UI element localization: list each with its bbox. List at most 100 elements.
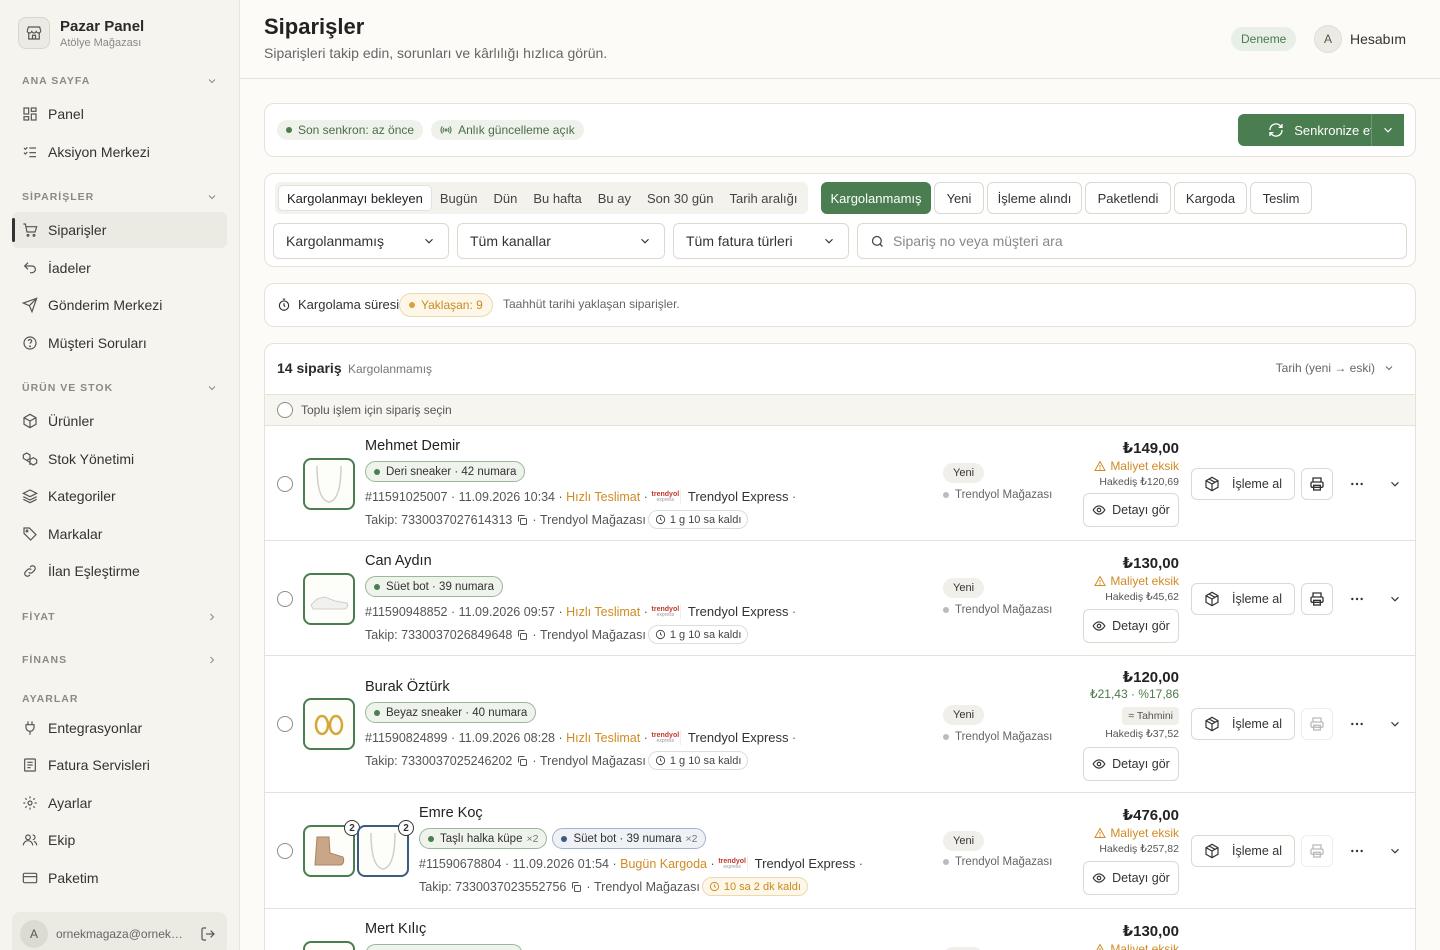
- logout-icon[interactable]: [200, 926, 216, 942]
- more-actions-button[interactable]: [1345, 712, 1369, 736]
- status-tab-processing[interactable]: İşleme alındı: [987, 182, 1082, 214]
- status-select[interactable]: Kargolanmamış: [273, 223, 449, 259]
- row-checkbox[interactable]: [277, 843, 293, 859]
- sidebar-item-team[interactable]: Ekip: [12, 822, 227, 858]
- channel-select[interactable]: Tüm kanallar: [457, 223, 665, 259]
- sidebar-item-brands[interactable]: Markalar: [12, 516, 227, 552]
- product-thumbnail[interactable]: [303, 573, 355, 625]
- row-checkbox[interactable]: [277, 716, 293, 732]
- search-input[interactable]: [893, 233, 1393, 249]
- sidebar-item-listing-match[interactable]: İlan Eşleştirme: [12, 553, 227, 589]
- table-row[interactable]: Mehmet Demir Deri sneaker · 42 numara #1…: [265, 426, 1415, 541]
- table-row[interactable]: Burak Öztürk Beyaz sneaker · 40 numara #…: [265, 656, 1415, 793]
- sidebar-item-customer-questions[interactable]: Müşteri Soruları: [12, 325, 227, 361]
- view-detail-button[interactable]: Detayı gör: [1083, 747, 1179, 781]
- status-tab-packed[interactable]: Paketlendi: [1085, 182, 1171, 214]
- layers-icon: [22, 488, 38, 504]
- tab-this-month[interactable]: Bu ay: [590, 185, 639, 211]
- process-button[interactable]: İşleme al: [1191, 708, 1295, 740]
- customer-name[interactable]: Burak Öztürk: [365, 679, 450, 695]
- section-products[interactable]: ÜRÜN VE STOK: [22, 380, 218, 396]
- brand[interactable]: Pazar Panel Atölye Mağazası: [18, 17, 144, 49]
- sidebar-item-settings[interactable]: Ayarlar: [12, 785, 227, 821]
- product-thumbnail[interactable]: [303, 458, 355, 510]
- view-detail-button[interactable]: Detayı gör: [1083, 493, 1179, 527]
- product-thumbnail[interactable]: 2: [357, 820, 414, 877]
- sidebar-item-shipping-center[interactable]: Gönderim Merkezi: [12, 287, 227, 323]
- process-button[interactable]: İşleme al: [1191, 468, 1295, 500]
- customer-name[interactable]: Can Aydın: [365, 553, 432, 569]
- customer-name[interactable]: Mehmet Demir: [365, 438, 460, 454]
- status-tab-in-cargo[interactable]: Kargoda: [1174, 182, 1247, 214]
- copy-icon[interactable]: [512, 755, 532, 767]
- cost-missing-warning[interactable]: Maliyet eksik: [1094, 459, 1179, 473]
- row-checkbox[interactable]: [277, 476, 293, 492]
- status-tab-new[interactable]: Yeni: [934, 182, 984, 214]
- copy-icon[interactable]: [512, 514, 532, 526]
- sidebar-item-integrations[interactable]: Entegrasyonlar: [12, 710, 227, 746]
- customer-name[interactable]: Mert Kılıç: [365, 921, 426, 937]
- tab-last-30-days[interactable]: Son 30 gün: [639, 185, 722, 211]
- print-button[interactable]: [1301, 583, 1333, 615]
- order-count: 14 sipariş: [277, 360, 342, 376]
- avatar[interactable]: A: [20, 920, 48, 948]
- product-thumbnail[interactable]: 2: [303, 820, 360, 877]
- product-thumbnail[interactable]: [303, 698, 355, 750]
- expand-row-button[interactable]: [1383, 839, 1407, 863]
- sort-select[interactable]: Tarih (yeni → eski): [1276, 361, 1395, 375]
- section-orders[interactable]: SİPARİŞLER: [22, 189, 218, 205]
- product-thumbnail[interactable]: [303, 941, 355, 950]
- process-button[interactable]: İşleme al: [1191, 583, 1295, 615]
- more-actions-button[interactable]: [1345, 587, 1369, 611]
- tab-this-week[interactable]: Bu hafta: [525, 185, 589, 211]
- expand-row-button[interactable]: [1383, 587, 1407, 611]
- copy-icon[interactable]: [512, 629, 532, 641]
- sidebar-item-products[interactable]: Ürünler: [12, 403, 227, 439]
- expand-row-button[interactable]: [1383, 712, 1407, 736]
- status-tab-delivered[interactable]: Teslim: [1250, 182, 1312, 214]
- earring-image: [314, 714, 344, 736]
- section-finance[interactable]: FİNANS: [22, 652, 218, 668]
- list-check-icon: [22, 144, 38, 160]
- sync-dropdown-button[interactable]: [1371, 114, 1403, 146]
- sidebar-item-categories[interactable]: Kategoriler: [12, 478, 227, 514]
- print-button[interactable]: [1301, 468, 1333, 500]
- section-price[interactable]: FİYAT: [22, 609, 218, 625]
- customer-name[interactable]: Emre Koç: [419, 805, 483, 821]
- bulk-checkbox[interactable]: [277, 402, 293, 418]
- copy-icon[interactable]: [566, 881, 586, 893]
- invoice-type-select[interactable]: Tüm fatura türleri: [673, 223, 849, 259]
- sidebar-item-orders[interactable]: Siparişler: [12, 212, 227, 248]
- sidebar-item-invoice-services[interactable]: Fatura Servisleri: [12, 747, 227, 783]
- cost-missing-warning[interactable]: Maliyet eksik: [1094, 942, 1179, 950]
- cost-missing-warning[interactable]: Maliyet eksik: [1094, 574, 1179, 588]
- process-button[interactable]: İşleme al: [1191, 835, 1295, 867]
- tab-date-range[interactable]: Tarih aralığı: [722, 185, 806, 211]
- more-actions-button[interactable]: [1345, 472, 1369, 496]
- expand-row-button[interactable]: [1383, 472, 1407, 496]
- account-menu[interactable]: A Hesabım: [1314, 25, 1406, 53]
- more-actions-button[interactable]: [1345, 839, 1369, 863]
- cost-missing-warning[interactable]: Maliyet eksik: [1094, 826, 1179, 840]
- product-tags: Beyaz sneaker · 40 numara: [365, 702, 541, 723]
- status-tab-unshipped[interactable]: Kargolanmamış: [821, 182, 931, 214]
- plug-icon: [22, 720, 38, 736]
- sidebar-item-action-center[interactable]: Aksiyon Merkezi: [12, 134, 227, 170]
- table-row[interactable]: 2 2 Emre Koç Taşlı halka küpe ×2 Süet bot…: [265, 793, 1415, 909]
- sidebar-item-panel[interactable]: Panel: [12, 96, 227, 132]
- sidebar-item-stock[interactable]: Stok Yönetimi: [12, 441, 227, 477]
- upcoming-badge[interactable]: Yaklaşan: 9: [399, 293, 493, 317]
- print-button[interactable]: [1301, 835, 1333, 867]
- section-home[interactable]: ANA SAYFA: [22, 73, 218, 89]
- view-detail-button[interactable]: Detayı gör: [1083, 861, 1179, 895]
- row-checkbox[interactable]: [277, 591, 293, 607]
- tab-yesterday[interactable]: Dün: [485, 185, 525, 211]
- tab-awaiting-cargo[interactable]: Kargolanmayı bekleyen: [278, 185, 432, 211]
- table-row[interactable]: Mert Kılıç ₺130,00 Maliyet eksik: [265, 909, 1415, 950]
- print-button[interactable]: [1301, 708, 1333, 740]
- tab-today[interactable]: Bugün: [432, 185, 486, 211]
- sidebar-item-package[interactable]: Paketim: [12, 860, 227, 896]
- table-row[interactable]: Can Aydın Süet bot · 39 numara #11590948…: [265, 541, 1415, 656]
- sidebar-item-returns[interactable]: İadeler: [12, 250, 227, 286]
- view-detail-button[interactable]: Detayı gör: [1083, 609, 1179, 643]
